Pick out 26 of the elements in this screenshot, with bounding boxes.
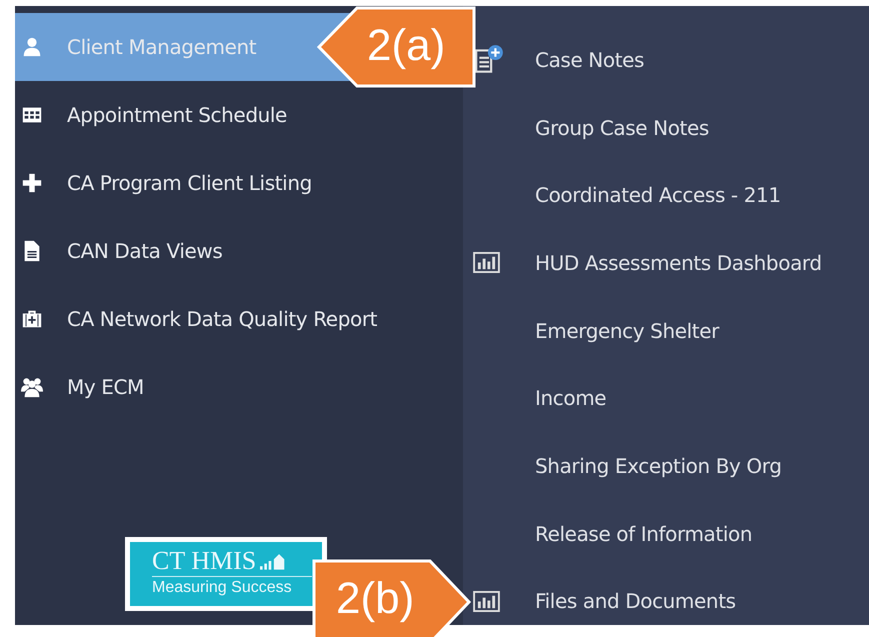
submenu-item[interactable]: Case Notes (463, 26, 869, 94)
chart-icon (473, 252, 500, 274)
chart-icon (473, 590, 500, 612)
note-add-icon (473, 44, 505, 76)
sidebar-item[interactable]: Appointment Schedule (15, 81, 463, 149)
submenu-item[interactable]: Emergency Shelter (463, 296, 869, 364)
submenu-item[interactable]: Sharing Exception By Org (463, 432, 869, 500)
group-icon (21, 376, 43, 398)
sidebar-item[interactable]: My ECM (15, 353, 463, 421)
callout-tooltip-label: 2(b) (336, 573, 414, 625)
submenu-item[interactable]: Release of Information (463, 500, 869, 568)
submenu-item[interactable]: Coordinated Access - 211 (463, 161, 869, 230)
submenu-item[interactable]: Group Case Notes (463, 94, 869, 162)
logo-tagline: Measuring Success (152, 579, 293, 597)
submenu-item[interactable]: Income (463, 364, 869, 432)
sidebar-item[interactable]: CA Network Data Quality Report (15, 285, 463, 353)
logo-title: CT HMIS (152, 548, 256, 574)
sidebar-item[interactable]: CA Program Client Listing (15, 149, 463, 217)
plus-icon (21, 172, 43, 194)
submenu-item[interactable]: Files and Documents (463, 568, 869, 625)
callout-tooltip-label: 2(a) (367, 20, 446, 72)
submenu-item[interactable]: HUD Assessments Dashboard (463, 229, 869, 297)
sidebar-item[interactable]: CAN Data Views (15, 217, 463, 285)
user-icon (21, 36, 43, 58)
house-chart-icon (260, 552, 286, 570)
medical-kit-icon (21, 308, 43, 330)
